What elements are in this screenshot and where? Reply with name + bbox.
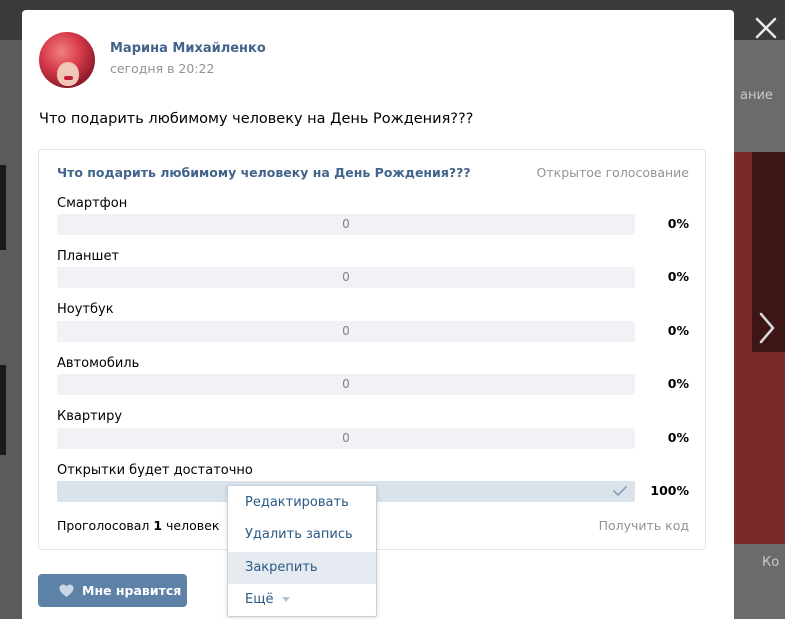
author-name[interactable]: Марина Михайленко [110, 41, 266, 56]
background-left-image-2 [0, 365, 6, 455]
heart-icon [59, 584, 74, 597]
next-post-button[interactable] [756, 310, 778, 346]
poll-answer-bar[interactable]: 0 [57, 374, 635, 395]
poll-answer-label: Смартфон [57, 196, 128, 211]
poll-answer-label: Квартиру [57, 409, 123, 424]
poll-answer-count: 0 [342, 270, 350, 284]
menu-item-edit[interactable]: Редактировать [228, 487, 376, 519]
poll-answer-label: Ноутбук [57, 302, 114, 317]
menu-item-label: Редактировать [245, 495, 349, 510]
close-button[interactable] [752, 14, 780, 42]
avatar-face [57, 62, 79, 86]
poll-answer-label: Автомобиль [57, 356, 140, 371]
menu-item-pin[interactable]: Закрепить [228, 552, 376, 584]
poll-answer-bar[interactable]: 0 [57, 214, 635, 235]
poll-answer-percent: 0% [667, 269, 689, 284]
menu-item-delete[interactable]: Удалить запись [228, 519, 376, 551]
poll-answer-percent: 0% [667, 430, 689, 445]
poll-voters-prefix: Проголосовал [57, 518, 150, 533]
post-text: Что подарить любимому человеку на День Р… [39, 111, 474, 127]
poll-answer-label: Открытки будет достаточно [57, 463, 253, 478]
background-left [0, 40, 22, 619]
poll-voters[interactable]: Проголосовал 1 человек [57, 518, 219, 533]
like-button[interactable]: Мне нравится [38, 574, 187, 607]
post-actions-menu: Редактировать Удалить запись Закрепить Е… [227, 485, 377, 617]
menu-item-label: Ещё [245, 592, 274, 607]
poll-answer-percent: 0% [667, 323, 689, 338]
poll-answer-bar[interactable]: 0 [57, 267, 635, 288]
chevron-right-icon [759, 312, 775, 344]
post-modal: Марина Михайленко сегодня в 20:22 Что по… [22, 10, 734, 619]
poll-answer-count: 0 [342, 217, 350, 231]
chevron-down-icon [282, 597, 290, 602]
poll-answer-percent: 0% [667, 376, 689, 391]
poll-answer-bar[interactable]: 0 [57, 428, 635, 449]
menu-item-more[interactable]: Ещё [228, 584, 376, 616]
check-icon [613, 486, 627, 496]
poll-answer-label: Планшет [57, 249, 120, 264]
poll-type: Открытое голосование [536, 165, 689, 180]
poll-voters-count: 1 [153, 518, 163, 533]
poll-answer-count: 0 [342, 431, 350, 445]
menu-item-label: Закрепить [245, 560, 318, 575]
background-text: ание [740, 88, 773, 103]
background-left-image [0, 165, 6, 250]
poll-answer-percent: 100% [650, 483, 689, 498]
get-code-link[interactable]: Получить код [599, 518, 689, 533]
poll-answer-count: 0 [342, 377, 350, 391]
poll-answer-bar[interactable]: 0 [57, 321, 635, 342]
background-text-2: Ко [762, 555, 780, 570]
post-date[interactable]: сегодня в 20:22 [110, 61, 214, 76]
close-icon [755, 17, 777, 39]
poll-voters-suffix: человек [166, 518, 220, 533]
poll-title: Что подарить любимому человеку на День Р… [57, 165, 471, 180]
poll-answer-count: 0 [342, 324, 350, 338]
menu-item-label: Удалить запись [245, 527, 353, 542]
poll-answer-percent: 0% [667, 216, 689, 231]
like-label: Мне нравится [82, 583, 182, 598]
avatar-lips [64, 76, 73, 80]
avatar[interactable] [39, 32, 95, 88]
